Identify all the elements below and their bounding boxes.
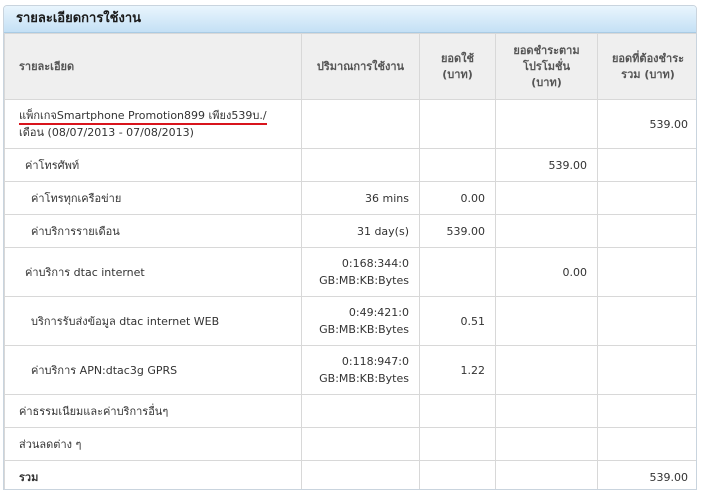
package-name: แพ็กเกจSmartphone Promotion899 เพียง539บ… — [19, 109, 267, 125]
col-usage: ปริมาณการใช้งาน — [301, 33, 420, 100]
sum-label: รวม — [4, 460, 302, 489]
monthly-label: ค่าบริการรายเดือน — [4, 214, 302, 248]
internet-usage-value: 0:168:344:0 — [341, 257, 409, 270]
apn-usage-value: 0:118:947:0 — [341, 355, 409, 368]
call-all-label: ค่าโทรทุกเครือข่าย — [4, 181, 302, 215]
call-all-usage: 36 mins — [301, 181, 420, 215]
internet-usage: 0:168:344:0 GB:MB:KB:Bytes — [301, 247, 420, 297]
col-promo: ยอดชำระตามโปรโมชั่น (บาท) — [495, 33, 598, 100]
monthly-charge: 539.00 — [419, 214, 496, 248]
monthly-usage: 31 day(s) — [301, 214, 420, 248]
table-row-apn: ค่าบริการ APN:dtac3g GPRS 0:118:947:0 GB… — [4, 345, 696, 395]
web-usage: 0:49:421:0 GB:MB:KB:Bytes — [301, 296, 420, 346]
package-total: 539.00 — [597, 99, 696, 149]
web-label: บริการรับส่งข้อมูล dtac internet WEB — [4, 296, 302, 346]
apn-charge: 1.22 — [419, 345, 496, 395]
internet-promo: 0.00 — [495, 247, 598, 297]
table-row-monthly: ค่าบริการรายเดือน 31 day(s) 539.00 — [4, 214, 696, 248]
apn-usage-unit: GB:MB:KB:Bytes — [319, 372, 409, 385]
apn-usage: 0:118:947:0 GB:MB:KB:Bytes — [301, 345, 420, 395]
apn-label: ค่าบริการ APN:dtac3g GPRS — [4, 345, 302, 395]
col-detail: รายละเอียด — [4, 33, 302, 100]
package-cell: แพ็กเกจSmartphone Promotion899 เพียง539บ… — [4, 99, 302, 149]
usage-table: รายละเอียด ปริมาณการใช้งาน ยอดใช้ (บาท) … — [4, 33, 696, 489]
sum-total: 539.00 — [597, 460, 696, 489]
table-row-call: ค่าโทรศัพท์ 539.00 — [4, 148, 696, 182]
table-row-package: แพ็กเกจSmartphone Promotion899 เพียง539บ… — [4, 99, 696, 149]
col-charge: ยอดใช้ (บาท) — [419, 33, 496, 100]
panel-title: รายละเอียดการใช้งาน — [4, 6, 696, 33]
usage-detail-panel: รายละเอียดการใช้งาน รายละเอียด ปริมาณการ… — [3, 5, 697, 490]
table-header-row: รายละเอียด ปริมาณการใช้งาน ยอดใช้ (บาท) … — [4, 33, 696, 100]
table-row-call-all: ค่าโทรทุกเครือข่าย 36 mins 0.00 — [4, 181, 696, 215]
table-row-web: บริการรับส่งข้อมูล dtac internet WEB 0:4… — [4, 296, 696, 346]
call-all-charge: 0.00 — [419, 181, 496, 215]
table-row-fees: ค่าธรรมเนียมและค่าบริการอื่นๆ — [4, 394, 696, 428]
package-period: เดือน (08/07/2013 - 07/08/2013) — [19, 126, 194, 139]
web-usage-unit: GB:MB:KB:Bytes — [319, 323, 409, 336]
table-row-sum: รวม 539.00 — [4, 460, 696, 489]
discounts-label: ส่วนลดต่าง ๆ — [4, 427, 302, 461]
col-total: ยอดที่ต้องชำระรวม (บาท) — [597, 33, 696, 100]
call-promo: 539.00 — [495, 148, 598, 182]
web-charge: 0.51 — [419, 296, 496, 346]
call-label: ค่าโทรศัพท์ — [4, 148, 302, 182]
table-row-discounts: ส่วนลดต่าง ๆ — [4, 427, 696, 461]
fees-label: ค่าธรรมเนียมและค่าบริการอื่นๆ — [4, 394, 302, 428]
web-usage-value: 0:49:421:0 — [348, 306, 409, 319]
internet-usage-unit: GB:MB:KB:Bytes — [319, 274, 409, 287]
internet-label: ค่าบริการ dtac internet — [4, 247, 302, 297]
table-row-internet: ค่าบริการ dtac internet 0:168:344:0 GB:M… — [4, 247, 696, 297]
